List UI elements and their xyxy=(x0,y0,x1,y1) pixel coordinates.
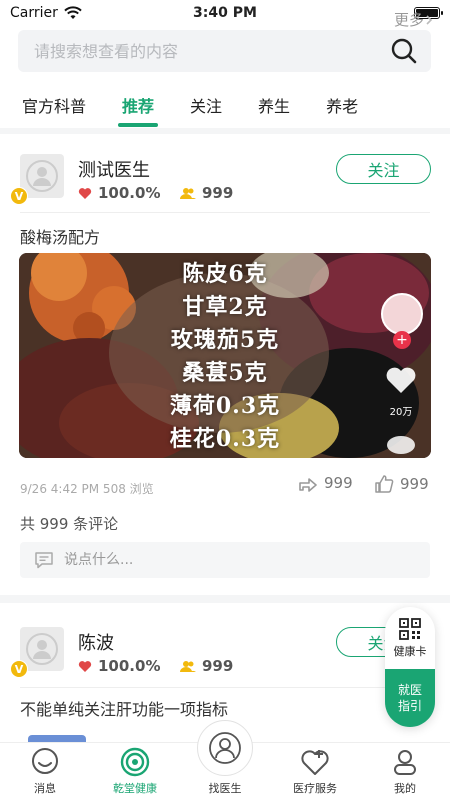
health-card-float[interactable]: 健康卡 就医 指引 xyxy=(385,607,435,727)
divider xyxy=(20,212,430,213)
fans-stat: 999 xyxy=(180,184,233,202)
fans-icon xyxy=(180,660,196,672)
heart-icon xyxy=(78,187,92,199)
message-icon xyxy=(32,748,58,774)
tab-recommend[interactable]: 推荐 xyxy=(118,93,159,127)
heart-plus-icon xyxy=(301,750,329,775)
post-title[interactable]: 不能单纯关注肝功能一项指标 xyxy=(20,696,228,720)
tab-health-care[interactable]: 养生 xyxy=(258,93,290,117)
nav-label: 医疗服务 xyxy=(293,782,337,795)
category-tabs: 官方科普 推荐 关注 养生 养老 xyxy=(0,84,450,127)
user-icon xyxy=(394,750,416,775)
fans-value: 999 xyxy=(202,184,234,202)
nav-label: 找医生 xyxy=(208,782,242,795)
status-bar: Carrier xyxy=(0,0,450,26)
overlay-line: 甘草2克 xyxy=(182,294,268,320)
nav-item-home[interactable]: 乾堂健康 xyxy=(90,743,180,800)
like-button[interactable]: 999 xyxy=(374,474,429,494)
doctor-name[interactable]: 陈波 xyxy=(78,629,114,655)
target-icon xyxy=(120,747,150,777)
tab-elderly-care[interactable]: 养老 xyxy=(326,93,358,117)
find-doctor-center-button[interactable] xyxy=(197,720,253,776)
share-button[interactable]: 999 xyxy=(298,474,353,492)
user-placeholder-icon xyxy=(26,160,58,192)
doctor-icon xyxy=(209,732,241,764)
health-card-button[interactable]: 健康卡 xyxy=(385,607,435,669)
rating-stat: 100.0% xyxy=(78,184,160,202)
tab-follow[interactable]: 关注 xyxy=(190,93,222,117)
nav-item-messages[interactable]: 消息 xyxy=(0,743,90,800)
doctor-name[interactable]: 测试医生 xyxy=(78,156,150,182)
health-card-label: 健康卡 xyxy=(393,644,427,658)
medical-guide-label-1: 就医 xyxy=(397,683,422,697)
search-bar[interactable] xyxy=(18,30,431,72)
user-placeholder-icon xyxy=(26,633,58,665)
fans-icon xyxy=(180,187,196,199)
post-card[interactable]: V 测试医生 100.0% 999 关注 酸梅汤配方 陈皮6克 甘草2克 玫瑰茄… xyxy=(0,140,450,595)
nav-item-profile[interactable]: 我的 xyxy=(360,743,450,800)
video-like-count: 20万 xyxy=(389,407,413,418)
heart-icon xyxy=(78,660,92,672)
post-meta: 9/26 4:42 PM 508 浏览 xyxy=(20,482,154,496)
rating-value: 100.0% xyxy=(98,184,161,202)
status-left: Carrier xyxy=(10,5,82,21)
share-icon xyxy=(299,478,317,492)
thumb-up-icon xyxy=(375,475,394,493)
comment-bubble-icon[interactable] xyxy=(385,435,417,455)
nav-label: 消息 xyxy=(34,782,56,795)
post-video[interactable]: 陈皮6克 甘草2克 玫瑰茄5克 桑葚5克 薄荷0.3克 桂花0.3克 + 20万 xyxy=(19,253,431,458)
share-count: 999 xyxy=(324,474,353,492)
wifi-icon xyxy=(64,6,82,19)
overlay-line: 薄荷0.3克 xyxy=(169,393,281,419)
medical-guide-button[interactable]: 就医 指引 xyxy=(385,669,435,727)
nav-item-medical-services[interactable]: 医疗服务 xyxy=(270,743,360,800)
overlay-line: 玫瑰茄5克 xyxy=(170,327,280,353)
search-icon[interactable] xyxy=(389,36,419,66)
card-gap xyxy=(0,595,450,603)
fans-stat: 999 xyxy=(180,657,233,675)
overlay-line: 陈皮6克 xyxy=(182,261,268,287)
overlay-line: 桂花0.3克 xyxy=(169,426,281,452)
divider xyxy=(20,687,430,688)
like-count: 999 xyxy=(400,475,429,493)
rating-value: 100.0% xyxy=(98,657,161,675)
tabs-divider xyxy=(0,128,450,134)
verified-badge-icon: V xyxy=(10,187,28,205)
heart-icon[interactable] xyxy=(383,363,419,397)
tabs-more-label: 更多 xyxy=(393,11,424,29)
post-title[interactable]: 酸梅汤配方 xyxy=(20,224,100,248)
fans-value: 999 xyxy=(202,657,234,675)
search-input[interactable] xyxy=(34,41,389,61)
plus-icon[interactable]: + xyxy=(393,331,411,349)
comment-count[interactable]: 共 999 条评论 xyxy=(20,513,118,534)
carrier-label: Carrier xyxy=(10,5,58,21)
tabs-more-button[interactable]: 更多 xyxy=(394,9,434,30)
overlay-line: 桑葚5克 xyxy=(182,360,268,386)
nav-label: 乾堂健康 xyxy=(113,782,157,795)
rating-stat: 100.0% xyxy=(78,657,160,675)
verified-badge-icon: V xyxy=(10,660,28,678)
follow-button[interactable]: 关注 xyxy=(336,154,431,184)
comment-box[interactable] xyxy=(20,542,430,578)
comment-icon xyxy=(35,552,53,569)
medical-guide-label-2: 指引 xyxy=(397,699,422,713)
nav-label: 我的 xyxy=(394,782,416,795)
comment-input[interactable] xyxy=(64,552,430,568)
tab-official-science[interactable]: 官方科普 xyxy=(22,93,86,117)
video-author-avatar[interactable] xyxy=(381,293,423,335)
qr-code-icon xyxy=(399,617,421,640)
chevron-right-icon xyxy=(426,14,433,25)
